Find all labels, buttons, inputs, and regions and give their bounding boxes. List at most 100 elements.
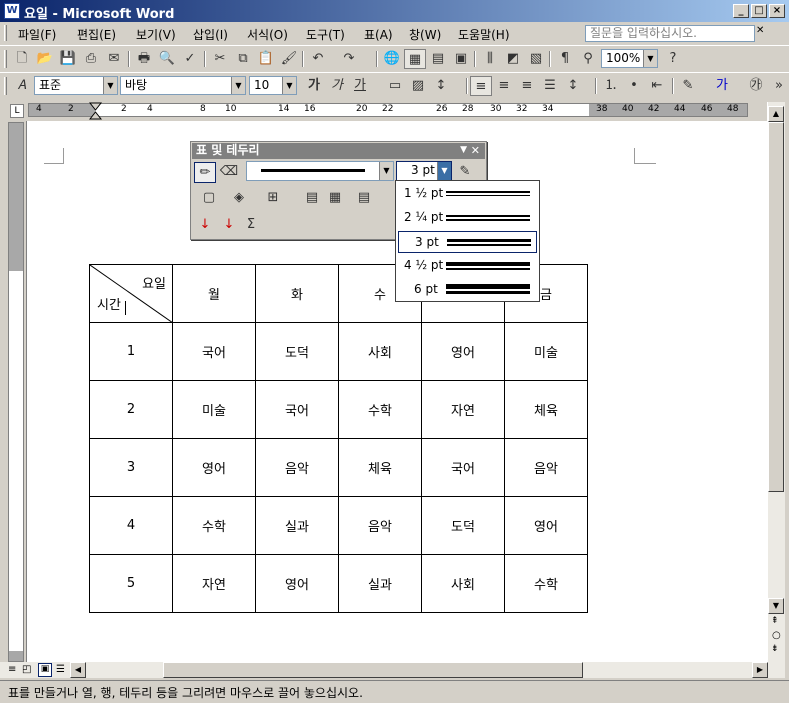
align-right-icon[interactable]: ≡: [516, 76, 538, 96]
underline-button[interactable]: 가: [349, 76, 371, 96]
browse-object-icon[interactable]: ○: [772, 630, 781, 641]
menu-tools[interactable]: 도구(T): [302, 25, 349, 44]
char-border-icon[interactable]: ▭: [384, 76, 406, 96]
word-icon[interactable]: W: [4, 3, 20, 19]
subject-cell[interactable]: 자연: [421, 380, 505, 439]
subject-cell[interactable]: 수학: [172, 496, 256, 555]
line-style-combo[interactable]: ▼: [246, 161, 394, 181]
menu-format[interactable]: 서식(O): [243, 25, 292, 44]
subject-cell[interactable]: 영어: [255, 554, 339, 613]
font-combo[interactable]: 바탕 ▼: [120, 76, 246, 95]
zoom-icon[interactable]: ⚲: [577, 49, 599, 69]
indent-marker-icon[interactable]: [89, 102, 103, 122]
sort-descending-icon[interactable]: ↓: [218, 215, 240, 236]
subject-cell[interactable]: 영어: [504, 496, 588, 555]
spelling-icon[interactable]: ✓: [179, 49, 201, 69]
outline-view-icon[interactable]: ☰: [56, 664, 65, 675]
vertical-ruler[interactable]: [8, 122, 24, 662]
merge-cells-icon[interactable]: ▤: [301, 188, 323, 209]
corner-cell[interactable]: 요일 시간: [89, 264, 173, 323]
line-weight-option[interactable]: 4 ½ pt: [398, 255, 537, 277]
print-icon[interactable]: 🖶: [133, 49, 155, 69]
chevron-down-icon[interactable]: ▼: [103, 77, 117, 94]
chevron-down-icon[interactable]: ▼: [282, 77, 296, 94]
font-color-icon[interactable]: 가: [711, 76, 733, 96]
normal-view-icon[interactable]: ≡: [8, 664, 16, 675]
close-document-icon[interactable]: ✕: [756, 25, 764, 36]
redo-icon[interactable]: ↷: [338, 49, 360, 69]
toolbar-options-icon[interactable]: ▼: [460, 143, 467, 158]
minimize-button[interactable]: _: [733, 4, 749, 18]
styles-icon[interactable]: 𝐴: [11, 76, 33, 96]
chevron-down-icon[interactable]: ▼: [643, 50, 657, 67]
toolbar-title[interactable]: 표 및 테두리 ▼ ✕: [192, 143, 485, 159]
subject-cell[interactable]: 미술: [504, 322, 588, 381]
subject-cell[interactable]: 수학: [504, 554, 588, 613]
scroll-left-icon[interactable]: ◀: [70, 662, 86, 678]
permission-icon[interactable]: ⎙: [80, 49, 102, 69]
subject-cell[interactable]: 도덕: [421, 496, 505, 555]
insert-table-icon[interactable]: ▤: [427, 49, 449, 69]
align-justify-icon[interactable]: ≡: [470, 76, 492, 96]
menu-view[interactable]: 보기(V): [132, 25, 180, 44]
subject-cell[interactable]: 체육: [338, 438, 422, 497]
subject-cell[interactable]: 국어: [172, 322, 256, 381]
paste-icon[interactable]: 📋: [255, 49, 277, 69]
style-combo[interactable]: 표준 ▼: [34, 76, 118, 95]
subject-cell[interactable]: 영어: [421, 322, 505, 381]
hyperlink-icon[interactable]: 🌐: [381, 49, 403, 69]
copy-icon[interactable]: ⧉: [232, 49, 254, 69]
italic-button[interactable]: 가: [326, 76, 348, 96]
toolbar-grip[interactable]: [4, 50, 7, 68]
show-hide-icon[interactable]: ¶: [554, 49, 576, 69]
line-weight-option[interactable]: 1 ½ pt: [398, 183, 537, 205]
highlight-icon[interactable]: ✎: [677, 76, 699, 96]
bullets-icon[interactable]: •: [623, 76, 645, 96]
distributed-icon[interactable]: ☰: [539, 76, 561, 96]
period-cell[interactable]: 3: [89, 438, 173, 497]
enclosed-char-icon[interactable]: ㉮: [745, 76, 767, 96]
timetable[interactable]: 요일 시간 월 화 수 목 금 1 국어 도덕 사회 영어 미술 2 미술 국어…: [89, 264, 588, 613]
insert-excel-icon[interactable]: ▣: [450, 49, 472, 69]
subject-cell[interactable]: 음악: [255, 438, 339, 497]
scroll-down-icon[interactable]: ▼: [768, 598, 784, 614]
subject-cell[interactable]: 음악: [338, 496, 422, 555]
subject-cell[interactable]: 체육: [504, 380, 588, 439]
drawing-icon[interactable]: ◩: [502, 49, 524, 69]
web-layout-icon[interactable]: ◰: [22, 664, 31, 675]
eraser-icon[interactable]: ⌫: [218, 162, 240, 183]
font-size-combo[interactable]: 10 ▼: [249, 76, 297, 95]
menu-table[interactable]: 표(A): [360, 25, 397, 44]
period-cell[interactable]: 2: [89, 380, 173, 439]
document-map-icon[interactable]: ▧: [525, 49, 547, 69]
subject-cell[interactable]: 국어: [255, 380, 339, 439]
subject-cell[interactable]: 사회: [338, 322, 422, 381]
close-button[interactable]: ×: [769, 4, 785, 18]
subject-cell[interactable]: 국어: [421, 438, 505, 497]
line-weight-option-selected[interactable]: 3 pt: [398, 231, 537, 253]
scroll-thumb[interactable]: [768, 122, 784, 492]
scroll-thumb[interactable]: [163, 662, 583, 678]
open-folder-icon[interactable]: 📂: [34, 49, 56, 69]
chevron-down-icon[interactable]: ▼: [437, 162, 451, 180]
previous-page-icon[interactable]: ⇞: [771, 616, 779, 626]
zoom-combo[interactable]: 100% ▼: [601, 49, 658, 68]
sort-ascending-icon[interactable]: ↓: [194, 215, 216, 236]
menu-window[interactable]: 창(W): [405, 25, 445, 44]
bold-button[interactable]: 가: [303, 76, 325, 96]
line-spacing-icon[interactable]: ↕: [562, 76, 584, 96]
chevron-down-icon[interactable]: ▼: [231, 77, 245, 94]
toolbar-options-icon[interactable]: »: [768, 76, 789, 96]
cut-icon[interactable]: ✂: [209, 49, 231, 69]
menu-edit[interactable]: 편집(E): [73, 25, 120, 44]
horizontal-scrollbar[interactable]: ≡ ◰ ▣ ☰ ◀ ▶: [0, 662, 785, 678]
menubar-grip[interactable]: [4, 25, 7, 41]
align-center-icon[interactable]: ≡: [493, 76, 515, 96]
format-painter-icon[interactable]: 🖌: [278, 49, 300, 69]
subject-cell[interactable]: 영어: [172, 438, 256, 497]
columns-icon[interactable]: ⫼: [479, 49, 501, 69]
subject-cell[interactable]: 수학: [338, 380, 422, 439]
header-cell-day[interactable]: 월: [172, 264, 256, 323]
line-weight-option[interactable]: 6 pt: [398, 279, 537, 301]
help-icon[interactable]: ?: [662, 49, 684, 69]
